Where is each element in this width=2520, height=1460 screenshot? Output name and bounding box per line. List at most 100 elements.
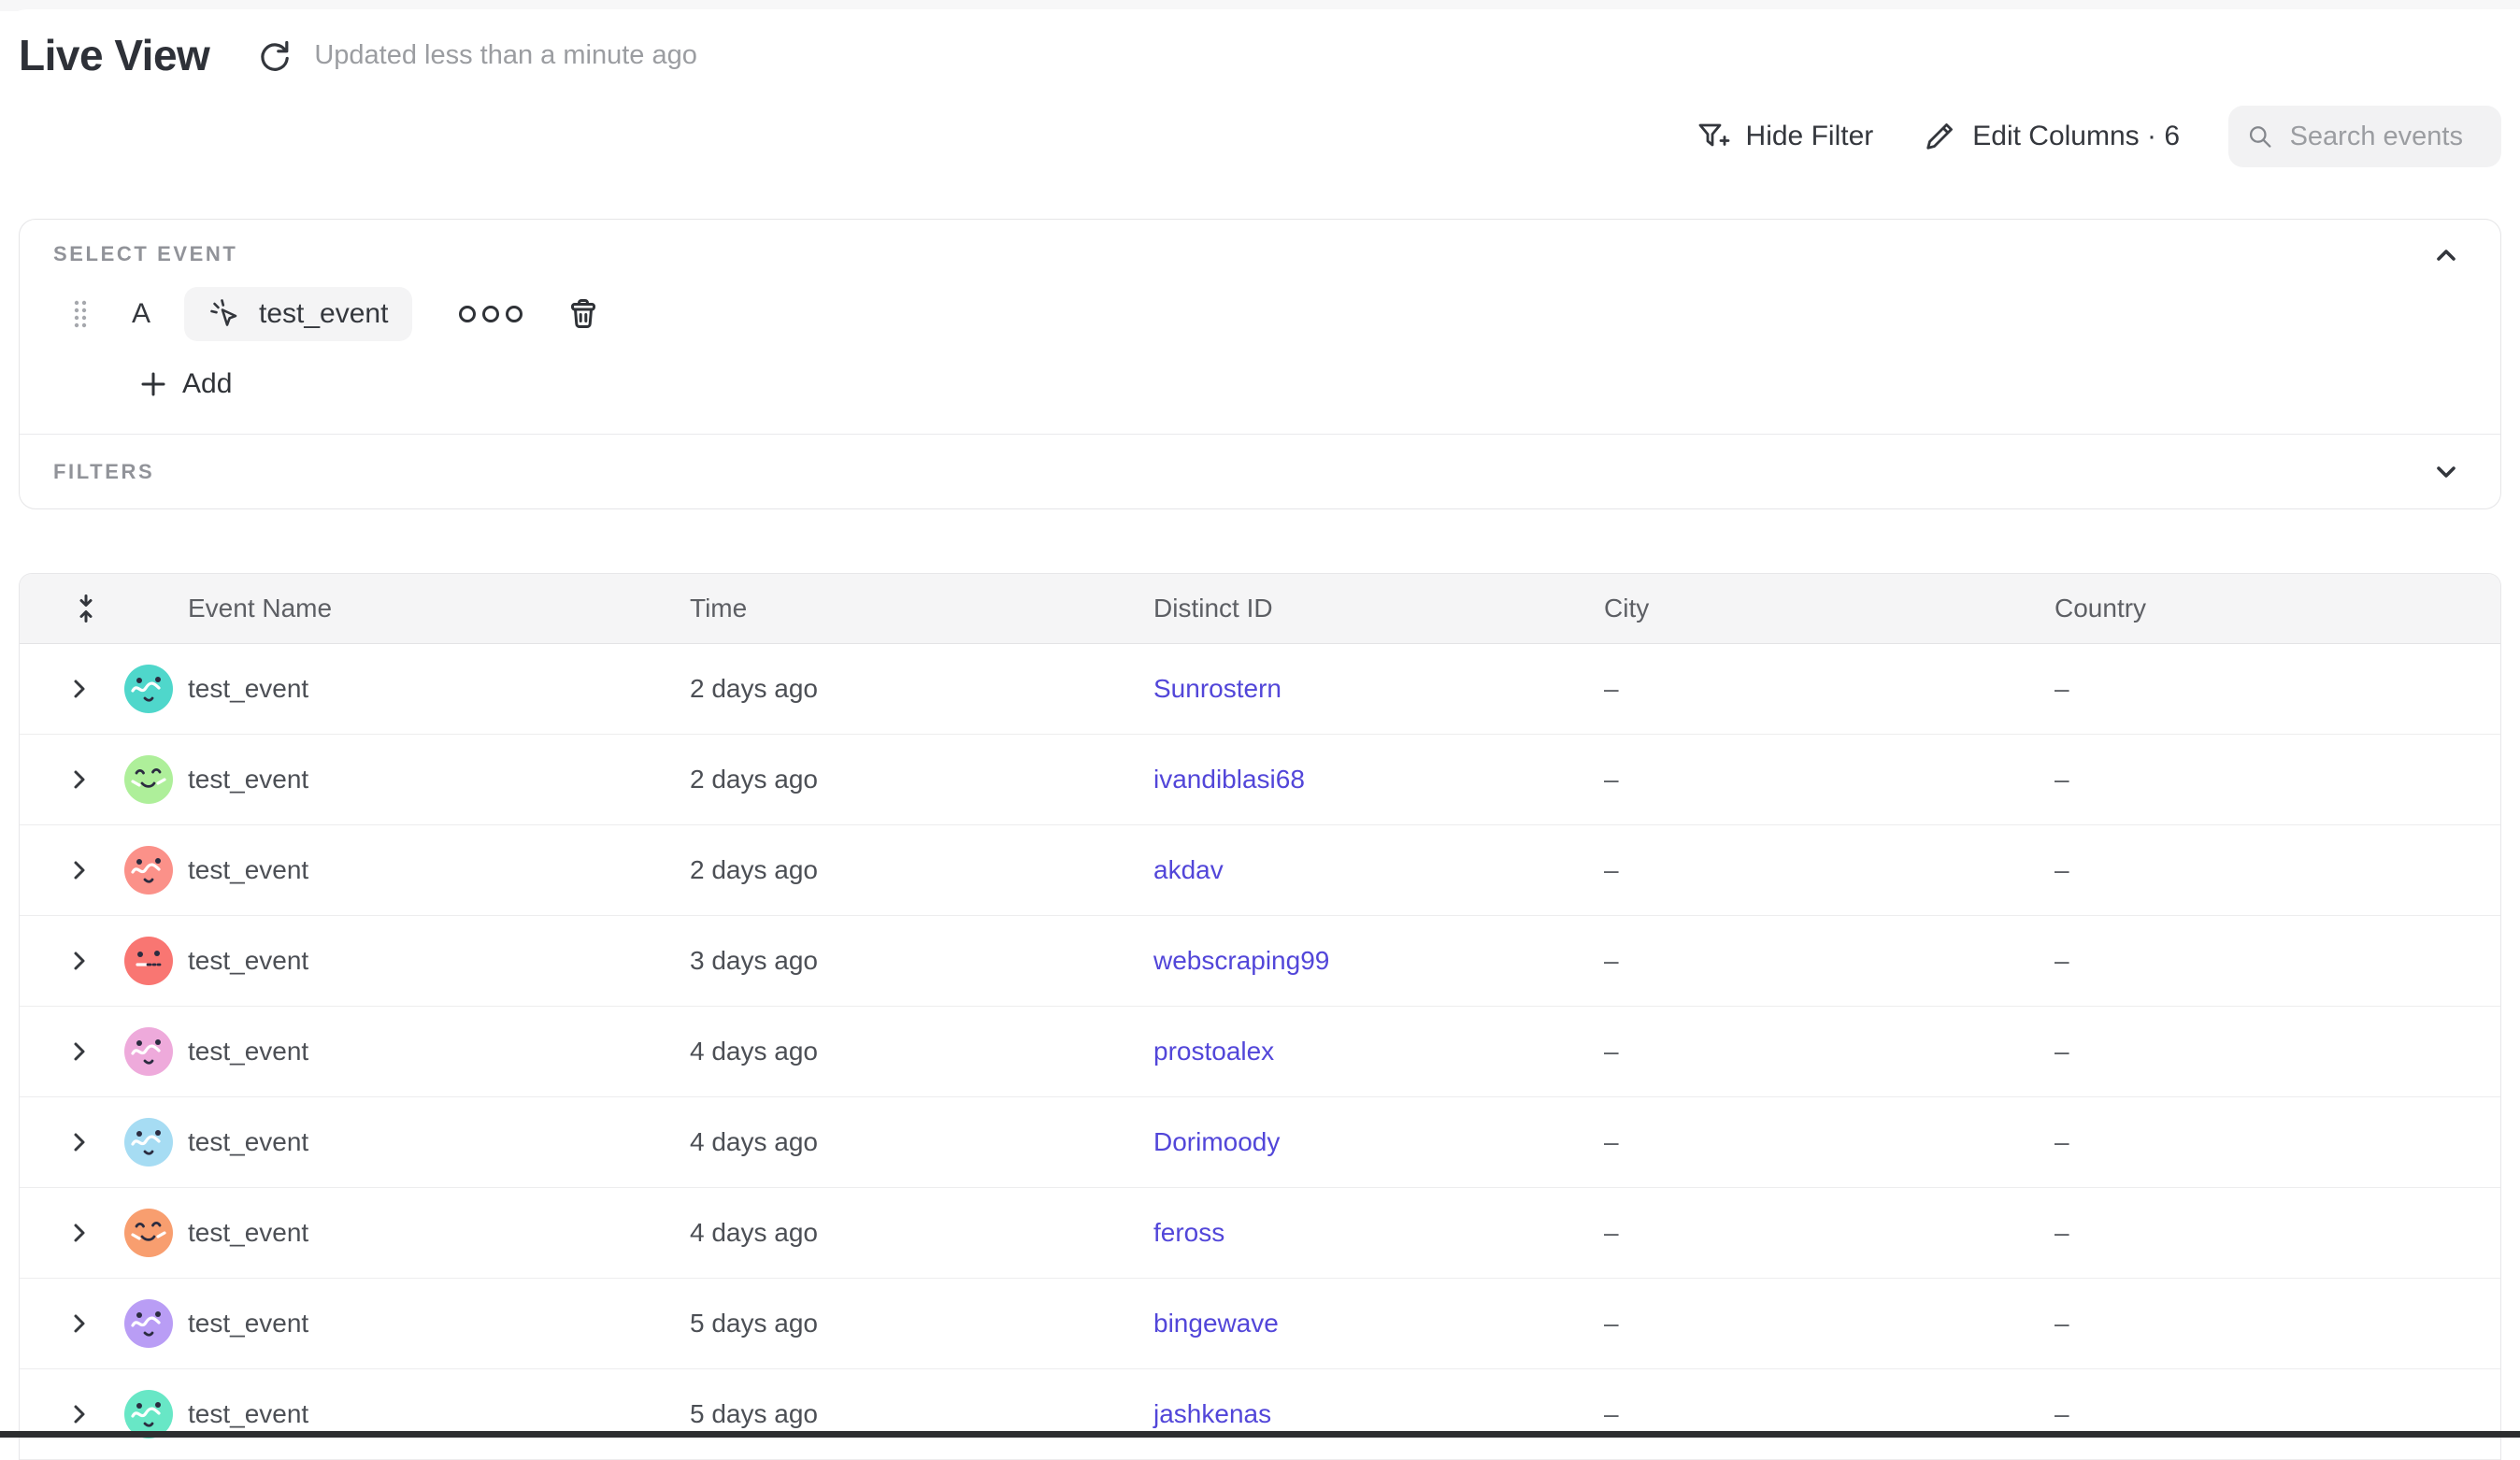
user-avatar[interactable] [124,755,173,804]
edit-columns-label: Edit Columns · 6 [1972,121,2180,152]
chevron-right-icon [66,1220,93,1246]
avatar-face-icon [124,1209,173,1257]
ellipsis-icon [459,306,476,322]
expand-row-button[interactable] [66,1220,93,1246]
bottom-bar [0,1431,2520,1438]
city-cell: – [1604,1127,2055,1157]
expand-row-button[interactable] [66,1401,93,1427]
table-row: test_event 4 days ago Dorimoody – – [20,1097,2500,1188]
avatar-face-icon [124,846,173,895]
column-header-country[interactable]: Country [2055,594,2500,623]
plus-icon [139,370,167,398]
event-name-cell: test_event [188,1399,690,1429]
chevron-up-icon [2431,240,2461,270]
time-cell: 2 days ago [690,674,1153,704]
time-cell: 4 days ago [690,1127,1153,1157]
expand-row-button[interactable] [66,766,93,793]
expand-filters-button[interactable] [2427,453,2465,491]
country-cell: – [2055,765,2500,794]
distinct-id-link[interactable]: Dorimoody [1153,1127,1280,1156]
filter-plus-icon [1696,119,1731,154]
time-cell: 5 days ago [690,1399,1153,1429]
user-avatar[interactable] [124,846,173,895]
distinct-id-link[interactable]: Sunrostern [1153,674,1281,703]
expand-row-button[interactable] [66,948,93,974]
user-avatar[interactable] [124,1299,173,1348]
events-table: Event Name Time Distinct ID City Country [19,573,2501,1460]
hide-filter-button[interactable]: Hide Filter [1696,119,1874,154]
distinct-id-link[interactable]: feross [1153,1218,1224,1247]
user-avatar[interactable] [124,1209,173,1257]
collapse-section-button[interactable] [2427,236,2465,274]
table-row: test_event 4 days ago feross – – [20,1188,2500,1279]
table-row: test_event 2 days ago Sunrostern – – [20,644,2500,735]
user-avatar[interactable] [124,1027,173,1076]
event-name-cell: test_event [188,1218,690,1248]
user-avatar[interactable] [124,937,173,985]
avatar-face-icon [124,937,173,985]
edit-columns-button[interactable]: Edit Columns · 6 [1922,119,2180,154]
event-name-cell: test_event [188,946,690,976]
drag-handle-icon [72,298,89,330]
expand-row-button[interactable] [66,1129,93,1155]
distinct-id-link[interactable]: prostoalex [1153,1037,1274,1066]
distinct-id-link[interactable]: webscraping99 [1153,946,1329,975]
distinct-id-link[interactable]: akdav [1153,855,1224,884]
city-cell: – [1604,674,2055,704]
select-event-label: SELECT EVENT [53,242,2467,266]
user-avatar[interactable] [124,665,173,713]
chevron-right-icon [66,1038,93,1065]
expand-row-button[interactable] [66,1310,93,1337]
country-cell: – [2055,674,2500,704]
toolbar: Hide Filter Edit Columns · 6 [19,105,2501,168]
event-selector-chip[interactable]: test_event [184,287,412,341]
country-cell: – [2055,855,2500,885]
table-row: test_event 2 days ago akdav – – [20,825,2500,916]
filters-section: FILTERS [20,434,2500,508]
query-builder-panel: SELECT EVENT A [19,219,2501,509]
city-cell: – [1604,765,2055,794]
table-row: test_event 4 days ago prostoalex – – [20,1007,2500,1097]
column-header-event-name[interactable]: Event Name [188,594,690,623]
drag-handle[interactable] [72,298,89,330]
refresh-button[interactable] [256,36,294,74]
search-input[interactable] [2288,121,2483,153]
country-cell: – [2055,1127,2500,1157]
city-cell: – [1604,1309,2055,1338]
chevron-right-icon [66,766,93,793]
chevron-right-icon [66,948,93,974]
city-cell: – [1604,855,2055,885]
expand-row-button[interactable] [66,676,93,702]
page-header: Live View Updated less than a minute ago [19,0,2501,82]
last-updated-text: Updated less than a minute ago [314,40,697,71]
distinct-id-link[interactable]: bingewave [1153,1309,1279,1338]
distinct-id-link[interactable]: ivandiblasi68 [1153,765,1305,794]
expand-row-button[interactable] [66,1038,93,1065]
chevron-right-icon [66,857,93,883]
avatar-face-icon [124,665,173,713]
collapse-rows-button[interactable] [71,594,101,623]
avatar-face-icon [124,1027,173,1076]
trash-icon [564,294,603,334]
table-header-row: Event Name Time Distinct ID City Country [20,574,2500,644]
select-event-section: SELECT EVENT A [20,220,2500,434]
country-cell: – [2055,1399,2500,1429]
country-cell: – [2055,1218,2500,1248]
cursor-click-icon [208,297,242,331]
country-cell: – [2055,1309,2500,1338]
column-header-city[interactable]: City [1604,594,2055,623]
chevron-right-icon [66,1129,93,1155]
expand-row-button[interactable] [66,857,93,883]
distinct-id-link[interactable]: jashkenas [1153,1399,1271,1428]
more-options-button[interactable] [453,300,528,328]
avatar-face-icon [124,755,173,804]
delete-event-button[interactable] [564,294,603,334]
add-event-button[interactable]: Add [139,364,232,405]
city-cell: – [1604,946,2055,976]
user-avatar[interactable] [124,1118,173,1167]
column-header-time[interactable]: Time [690,594,1153,623]
collapse-vertical-icon [71,594,101,623]
event-letter-label: A [132,298,150,330]
column-header-distinct-id[interactable]: Distinct ID [1153,594,1604,623]
pencil-icon [1922,119,1957,154]
